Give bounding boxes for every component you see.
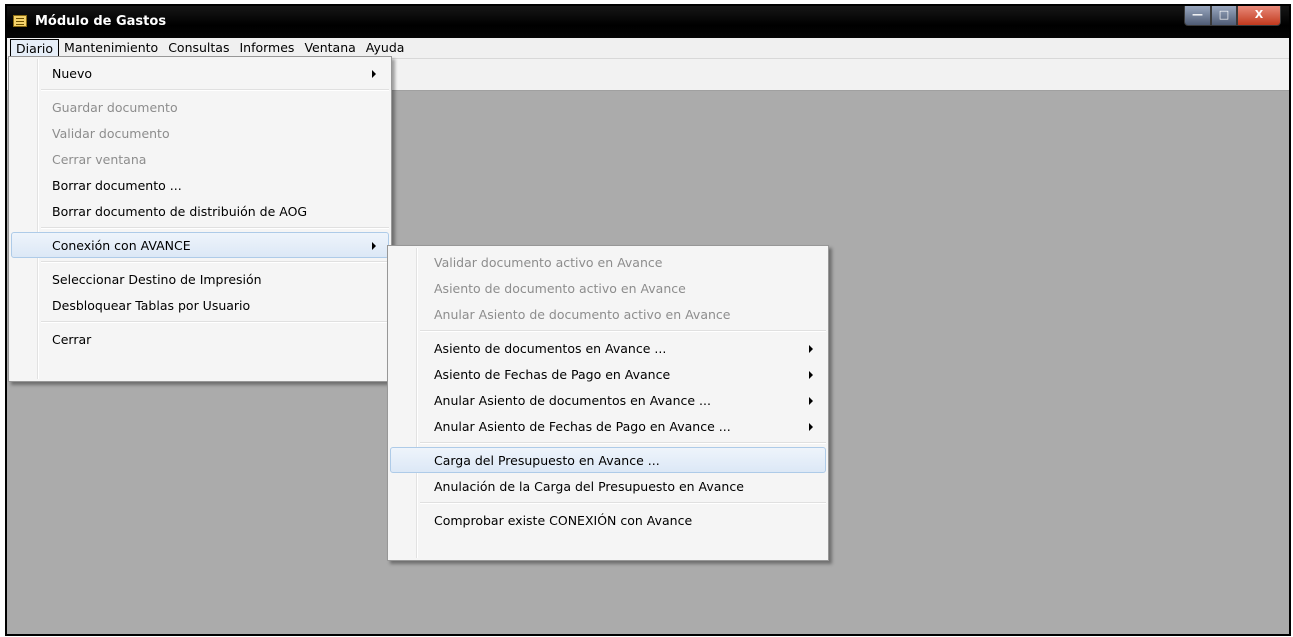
menu-mantenimiento[interactable]: Mantenimiento <box>59 39 163 58</box>
menu-item-validar-documento: Validar documento <box>52 126 170 141</box>
menu-consultas[interactable]: Consultas <box>163 39 234 58</box>
menu-item-conexion-avance[interactable]: Conexión con AVANCE <box>11 232 389 258</box>
submenu-item-anular-asiento-documentos[interactable]: Anular Asiento de documentos en Avance .… <box>390 387 826 413</box>
submenu-item-validar-activo: Validar documento activo en Avance <box>434 255 663 270</box>
menu-item-nuevo[interactable]: Nuevo <box>11 60 389 86</box>
menu-item-cerrar-ventana: Cerrar ventana <box>52 152 147 167</box>
menu-item-label: Anular Asiento de Fechas de Pago en Avan… <box>434 419 731 434</box>
submenu-arrow-icon <box>809 397 813 405</box>
menu-item-cerrar[interactable]: Cerrar <box>11 326 389 352</box>
submenu-arrow-icon <box>809 423 813 431</box>
maximize-button[interactable]: □ <box>1211 6 1237 26</box>
submenu-arrow-icon <box>809 345 813 353</box>
submenu-item-anulacion-carga[interactable]: Anulación de la Carga del Presupuesto en… <box>390 473 826 499</box>
app-icon[interactable] <box>13 15 27 27</box>
menu-item-label: Conexión con AVANCE <box>52 238 191 253</box>
menu-diario[interactable]: Diario <box>10 38 60 58</box>
menu-item-desbloquear-tablas[interactable]: Desbloquear Tablas por Usuario <box>11 292 389 318</box>
menu-separator <box>420 439 828 447</box>
submenu-item-anular-asiento-fechas[interactable]: Anular Asiento de Fechas de Pago en Avan… <box>390 413 826 439</box>
submenu-arrow-icon <box>372 242 376 250</box>
title-bar[interactable]: Módulo de Gastos — □ X <box>7 6 1289 38</box>
menu-informes[interactable]: Informes <box>234 39 299 58</box>
submenu-item-asiento-documentos[interactable]: Asiento de documentos en Avance ... <box>390 335 826 361</box>
menu-separator <box>420 499 828 507</box>
avance-submenu: Validar documento activo en Avance Asien… <box>387 245 829 561</box>
submenu-item-anular-asiento-activo: Anular Asiento de documento activo en Av… <box>434 307 731 322</box>
submenu-item-asiento-activo: Asiento de documento activo en Avance <box>434 281 686 296</box>
submenu-item-comprobar-conexion[interactable]: Comprobar existe CONEXIÓN con Avance <box>390 507 826 533</box>
menu-ayuda[interactable]: Ayuda <box>361 39 410 58</box>
menu-separator <box>41 318 391 326</box>
diario-dropdown-menu: Nuevo Guardar documento Validar document… <box>8 56 392 382</box>
menu-separator <box>41 86 391 94</box>
minimize-button[interactable]: — <box>1184 6 1211 26</box>
menu-item-label: Anular Asiento de documentos en Avance .… <box>434 393 711 408</box>
close-button[interactable]: X <box>1237 6 1281 26</box>
submenu-arrow-icon <box>372 70 376 78</box>
menu-item-destino-impresion[interactable]: Seleccionar Destino de Impresión <box>11 266 389 292</box>
window-controls: — □ X <box>1184 6 1281 26</box>
menu-item-guardar-documento: Guardar documento <box>52 100 178 115</box>
window-title: Módulo de Gastos <box>35 14 167 29</box>
menu-separator <box>420 327 828 335</box>
menu-item-borrar-documento-aog[interactable]: Borrar documento de distribuión de AOG <box>11 198 389 224</box>
menu-ventana[interactable]: Ventana <box>299 39 360 58</box>
submenu-item-carga-presupuesto[interactable]: Carga del Presupuesto en Avance ... <box>390 447 826 473</box>
menu-separator <box>41 224 391 232</box>
menu-item-label: Asiento de Fechas de Pago en Avance <box>434 367 671 382</box>
submenu-arrow-icon <box>809 371 813 379</box>
submenu-item-asiento-fechas[interactable]: Asiento de Fechas de Pago en Avance <box>390 361 826 387</box>
menu-item-label: Asiento de documentos en Avance ... <box>434 341 667 356</box>
menu-separator <box>41 258 391 266</box>
menu-item-borrar-documento[interactable]: Borrar documento ... <box>11 172 389 198</box>
menu-item-label: Nuevo <box>52 66 93 81</box>
